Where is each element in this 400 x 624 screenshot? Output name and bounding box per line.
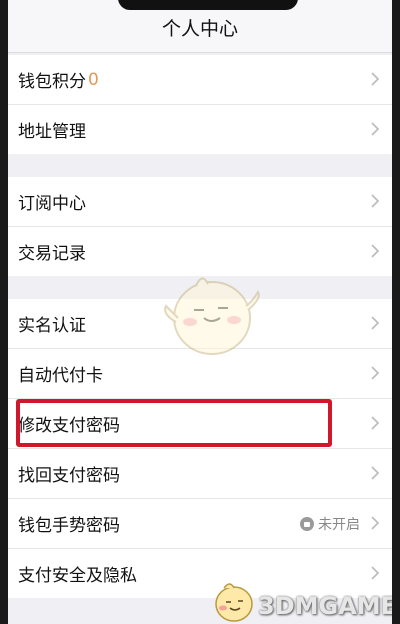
row-label: 自动代付卡 [18, 366, 103, 386]
chevron-right-icon [368, 566, 382, 580]
page-title: 个人中心 [161, 18, 238, 40]
chevron-right-icon [368, 416, 382, 430]
chevron-right-icon [368, 316, 382, 330]
row-wallet-points[interactable]: 钱包积分 0 [8, 55, 392, 105]
row-label: 钱包手势密码 [18, 516, 120, 536]
logo-mascot-icon [215, 583, 253, 622]
lock-icon [300, 517, 314, 531]
wallet-points-value: 0 [88, 69, 99, 90]
row-label: 交易记录 [18, 244, 86, 264]
settings-group-wallet: 钱包积分 0 地址管理 [8, 55, 392, 154]
chevron-right-icon [368, 366, 382, 380]
phone-screen: 个人中心 钱包积分 0 地址管理 订阅中心 交易记录 实名认证 自动代付卡 修改… [8, 0, 392, 624]
chevron-right-icon [368, 72, 382, 86]
row-change-payment-password[interactable]: 修改支付密码 [8, 399, 392, 449]
row-label: 实名认证 [18, 316, 86, 336]
mascot-watermark-icon [164, 277, 260, 355]
row-label: 找回支付密码 [18, 466, 120, 486]
row-label: 订阅中心 [18, 194, 86, 214]
row-wallet-gesture-password[interactable]: 钱包手势密码 未开启 [8, 499, 392, 549]
chevron-right-icon [368, 516, 382, 530]
row-label: 修改支付密码 [18, 416, 120, 436]
row-label: 钱包积分 [18, 72, 86, 92]
row-subscription-center[interactable]: 订阅中心 [8, 177, 392, 227]
chevron-right-icon [368, 194, 382, 208]
row-label: 地址管理 [18, 122, 86, 142]
site-logo-text: 3DMGAME [258, 592, 392, 620]
row-label: 支付安全及隐私 [18, 566, 137, 586]
row-payment-security-privacy[interactable]: 支付安全及隐私 [8, 549, 392, 598]
row-address-management[interactable]: 地址管理 [8, 105, 392, 154]
gesture-password-status: 未开启 [300, 514, 360, 534]
device-notch [118, 0, 298, 10]
chevron-right-icon [368, 122, 382, 136]
chevron-right-icon [368, 244, 382, 258]
row-recover-payment-password[interactable]: 找回支付密码 [8, 449, 392, 499]
status-text: 未开启 [318, 517, 360, 533]
chevron-right-icon [368, 466, 382, 480]
